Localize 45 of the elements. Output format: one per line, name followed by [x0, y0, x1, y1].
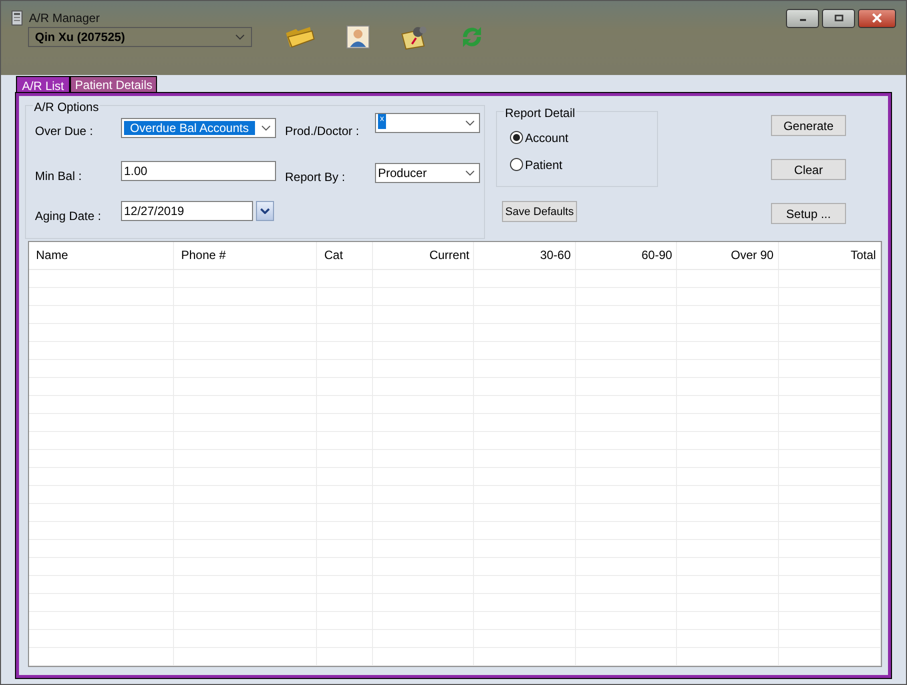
folder-icon[interactable]	[284, 25, 316, 49]
maximize-button[interactable]	[822, 8, 855, 28]
app-icon	[11, 10, 23, 26]
generate-button[interactable]: Generate	[771, 115, 846, 136]
save-defaults-button[interactable]: Save Defaults	[502, 201, 577, 222]
over-due-dropdown[interactable]: Overdue Bal Accounts	[121, 118, 276, 138]
chevron-down-icon	[465, 120, 475, 126]
report-by-dropdown[interactable]: Producer	[375, 163, 480, 183]
folder-microphone-icon[interactable]	[400, 24, 428, 50]
chevron-down-icon	[465, 170, 475, 176]
patient-dropdown[interactable]: Qin Xu (207525)	[28, 27, 252, 47]
min-bal-field[interactable]: 1.00	[121, 161, 276, 181]
chevron-down-icon	[235, 34, 245, 40]
column-header[interactable]: 30-60	[540, 248, 571, 262]
tab[interactable]: Patient Details	[70, 76, 158, 93]
field-label: Over Due :	[35, 123, 94, 138]
maximize-icon	[834, 14, 844, 22]
close-button[interactable]	[858, 8, 896, 28]
field-label: Min Bal :	[35, 168, 83, 183]
column-header[interactable]: 60-90	[641, 248, 672, 262]
minimize-button[interactable]	[786, 8, 819, 28]
clear-button[interactable]: Clear	[771, 159, 846, 180]
field-label: Report By :	[285, 169, 346, 184]
column-header[interactable]: Cat	[324, 248, 343, 262]
chevron-down-icon	[261, 125, 271, 131]
tab[interactable]: A/R List	[16, 76, 70, 93]
column-header[interactable]: Name	[36, 248, 68, 262]
close-icon	[871, 13, 883, 23]
person-icon[interactable]	[346, 25, 370, 49]
prod-doctor-dropdown[interactable]: x	[375, 113, 480, 133]
field-label: Aging Date :	[35, 208, 102, 223]
column-header[interactable]: Over 90	[730, 248, 774, 262]
radio-option[interactable]: Patient	[510, 151, 657, 178]
field-label: Prod./Doctor :	[285, 123, 360, 138]
column-header[interactable]: Total	[850, 248, 876, 262]
setup-button[interactable]: Setup ...	[771, 203, 846, 224]
chevron-down-icon	[260, 208, 270, 214]
radio-option[interactable]: Account	[510, 124, 657, 151]
aging-date-field[interactable]: 12/27/2019	[121, 201, 253, 221]
group-title: A/R Options	[33, 100, 100, 114]
column-header[interactable]: Phone #	[181, 248, 226, 262]
column-header[interactable]: Current	[429, 248, 470, 262]
date-dropdown-button[interactable]	[256, 201, 274, 221]
window-title: A/R Manager	[29, 11, 100, 25]
group-title: Report Detail	[504, 106, 576, 120]
